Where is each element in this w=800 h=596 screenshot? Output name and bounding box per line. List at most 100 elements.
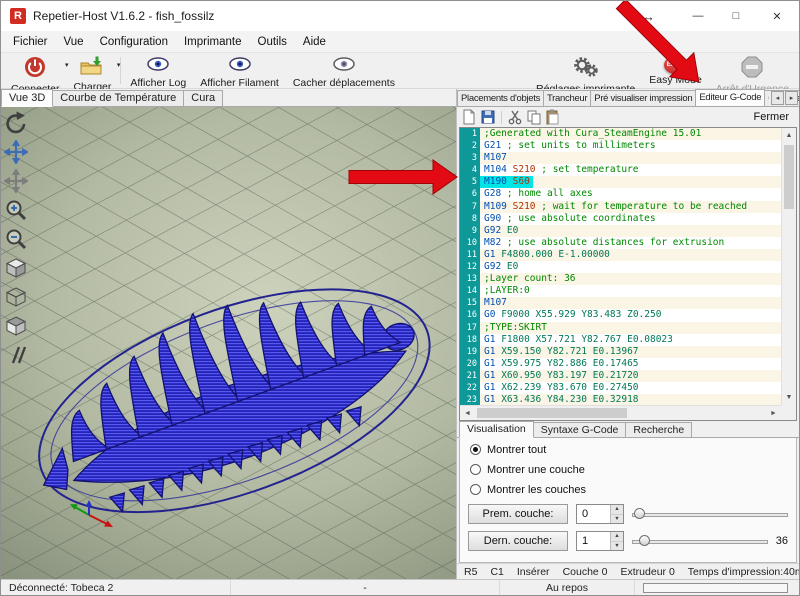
menu-item-4[interactable]: Outils — [250, 33, 295, 51]
gcode-line[interactable]: 8G90 ; use absolute coordinates — [460, 213, 781, 225]
close-editor-button[interactable]: Fermer — [748, 110, 795, 124]
3d-viewport[interactable] — [1, 107, 456, 579]
menu-item-0[interactable]: Fichier — [5, 33, 56, 51]
gcode-lines[interactable]: 1;Generated with Cura_SteamEngine 15.012… — [460, 128, 781, 405]
gcode-line[interactable]: 13;Layer count: 36 — [460, 273, 781, 285]
tab-scroll-left-icon[interactable]: ◂ — [771, 91, 784, 105]
slider-thumb[interactable] — [634, 508, 645, 519]
right-tab-2[interactable]: Pré visualiser impression — [590, 90, 696, 106]
vertical-scrollbar[interactable]: ▲ ▼ — [781, 128, 796, 405]
scroll-right-icon[interactable]: ► — [766, 406, 781, 421]
menu-item-1[interactable]: Vue — [56, 33, 92, 51]
gcode-line[interactable]: 7M109 S210 ; wait for temperature to be … — [460, 201, 781, 213]
radio-icon[interactable] — [470, 464, 481, 475]
view-iso-icon[interactable] — [4, 256, 28, 280]
view-front-icon[interactable] — [4, 285, 28, 309]
gcode-line[interactable]: 21G1 X60.950 Y83.197 E0.21720 — [460, 370, 781, 382]
show-option-1[interactable]: Montrer une couche — [460, 461, 796, 478]
left-tab-2[interactable]: Cura — [183, 90, 223, 106]
radio-icon[interactable] — [470, 484, 481, 495]
line-text: ;Layer count: 36 — [480, 273, 579, 285]
right-tab-0[interactable]: Placements d'objets — [457, 90, 544, 106]
viz-tab-1[interactable]: Syntaxe G-Code — [533, 422, 627, 437]
first-layer-slider[interactable] — [632, 504, 788, 524]
parallel-projection-icon[interactable] — [4, 343, 28, 367]
gcode-line[interactable]: 10M82 ; use absolute distances for extru… — [460, 237, 781, 249]
spin-down-icon[interactable]: ▼ — [611, 515, 623, 524]
left-tab-1[interactable]: Courbe de Température — [52, 90, 184, 106]
gcode-line[interactable]: 4M104 S210 ; set temperature — [460, 164, 781, 176]
gcode-line[interactable]: 19G1 X59.150 Y82.721 E0.13967 — [460, 346, 781, 358]
gcode-line[interactable]: 22G1 X62.239 Y83.670 E0.27450 — [460, 382, 781, 394]
menu-item-3[interactable]: Imprimante — [176, 33, 250, 51]
gcode-line[interactable]: 18G1 F1800 X57.721 Y82.767 E0.08023 — [460, 334, 781, 346]
scrollbar-thumb[interactable] — [477, 408, 627, 418]
copy-icon[interactable] — [526, 109, 542, 125]
last-layer-spinner[interactable]: 1 ▲ ▼ — [576, 531, 624, 551]
load-button[interactable]: Charger ▾ — [66, 54, 118, 87]
menu-item-2[interactable]: Configuration — [92, 33, 176, 51]
left-tab-0[interactable]: Vue 3D — [1, 89, 53, 107]
show-option-2[interactable]: Montrer les couches — [460, 481, 796, 498]
viz-tab-2[interactable]: Recherche — [625, 422, 692, 437]
connect-button[interactable]: Connecter ▾ — [4, 54, 66, 87]
gcode-line[interactable]: 6G28 ; home all axes — [460, 188, 781, 200]
scrollbar-corner — [781, 405, 796, 420]
dropdown-icon[interactable]: ▾ — [117, 61, 121, 69]
show-option-0[interactable]: Montrer tout — [460, 441, 796, 458]
gcode-line[interactable]: 5M190 S60 — [460, 176, 781, 188]
hide-travel-button[interactable]: Cacher déplacements — [286, 54, 402, 87]
last-layer-slider[interactable] — [632, 531, 768, 551]
gcode-line[interactable]: 14;LAYER:0 — [460, 285, 781, 297]
maximize-button[interactable]: □ — [717, 1, 755, 31]
spin-down-icon[interactable]: ▼ — [611, 542, 623, 551]
zoom-in-icon[interactable] — [4, 198, 28, 222]
gcode-line[interactable]: 17;TYPE:SKIRT — [460, 322, 781, 334]
horizontal-scrollbar[interactable]: ◄ ► — [460, 405, 781, 420]
new-file-icon[interactable] — [461, 109, 477, 125]
gcode-line[interactable]: 3M107 — [460, 152, 781, 164]
gcode-line[interactable]: 15M107 — [460, 297, 781, 309]
radio-icon[interactable] — [470, 444, 481, 455]
scroll-up-icon[interactable]: ▲ — [782, 128, 796, 143]
scroll-left-icon[interactable]: ◄ — [460, 406, 475, 421]
first-layer-spinner[interactable]: 0 ▲ ▼ — [576, 504, 624, 524]
gcode-line[interactable]: 23G1 X63.436 Y84.230 E0.32918 — [460, 394, 781, 405]
right-tab-1[interactable]: Trancheur — [543, 90, 591, 106]
gcode-line[interactable]: 20G1 X59.975 Y82.886 E0.17465 — [460, 358, 781, 370]
first-layer-button[interactable]: Prem. couche: — [468, 504, 568, 524]
last-layer-button[interactable]: Dern. couche: — [468, 531, 568, 551]
gcode-line[interactable]: 11G1 F4800.000 E-1.00000 — [460, 249, 781, 261]
show-filament-button[interactable]: Afficher Filament — [193, 54, 286, 87]
slider-thumb[interactable] — [639, 535, 650, 546]
right-tab-3[interactable]: Editeur G-Code — [695, 89, 765, 107]
gcode-line[interactable]: 1;Generated with Cura_SteamEngine 15.01 — [460, 128, 781, 140]
move-object-icon[interactable] — [4, 169, 28, 193]
view-top-icon[interactable] — [4, 314, 28, 338]
gcode-line[interactable]: 16G0 F9000 X55.929 Y83.483 Z0.250 — [460, 309, 781, 321]
easy-mode-button[interactable]: EASY Easy Mode — [642, 54, 709, 87]
tab-scroll-right-icon[interactable]: ▸ — [785, 91, 798, 105]
minimize-button[interactable]: — — [679, 1, 717, 31]
save-icon[interactable] — [480, 109, 496, 125]
status-segment: Couche 0 — [563, 566, 608, 578]
show-log-button[interactable]: Afficher Log — [123, 54, 193, 87]
viz-tab-0[interactable]: Visualisation — [459, 421, 534, 438]
cut-icon[interactable] — [507, 109, 523, 125]
spin-up-icon[interactable]: ▲ — [611, 505, 623, 515]
printer-settings-button[interactable]: Réglages imprimante — [529, 54, 642, 87]
close-button[interactable]: ✕ — [755, 1, 799, 31]
zoom-out-icon[interactable] — [4, 227, 28, 251]
gcode-line[interactable]: 12G92 E0 — [460, 261, 781, 273]
scrollbar-thumb[interactable] — [784, 145, 794, 209]
gcode-line[interactable]: 2G21 ; set units to millimeters — [460, 140, 781, 152]
menu-item-5[interactable]: Aide — [295, 33, 334, 51]
left-panel: Vue 3DCourbe de TempératureCura — [1, 89, 456, 579]
spin-up-icon[interactable]: ▲ — [611, 532, 623, 542]
rotate-view-icon[interactable] — [4, 111, 28, 135]
move-view-icon[interactable] — [4, 140, 28, 164]
gcode-line[interactable]: 9G92 E0 — [460, 225, 781, 237]
scroll-down-icon[interactable]: ▼ — [782, 390, 796, 405]
emergency-stop-button[interactable]: Arrêt d'Urgence — [709, 54, 796, 87]
paste-icon[interactable] — [545, 109, 561, 125]
